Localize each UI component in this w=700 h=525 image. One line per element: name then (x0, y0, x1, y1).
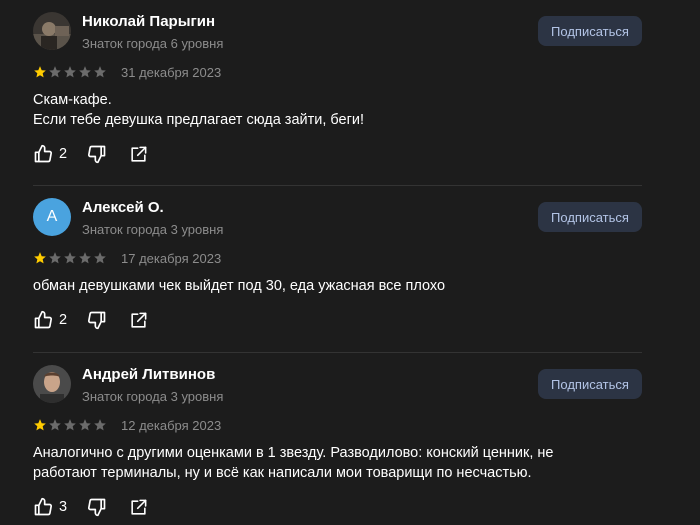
review-date: 17 декабря 2023 (121, 251, 222, 266)
star-icon (34, 419, 46, 431)
author-name[interactable]: Андрей Литвинов (82, 366, 215, 383)
like-button[interactable]: 2 (33, 144, 67, 164)
author-level: Знаток города 6 уровня (82, 36, 224, 51)
author-name[interactable]: Николай Парыгин (82, 13, 215, 30)
review-text: Аналогично с другими оценками в 1 звезду… (33, 443, 598, 483)
star-icon (34, 66, 46, 78)
rating-stars (33, 251, 107, 265)
star-icon (49, 252, 61, 264)
review-text-line: обман девушками чек выйдет под 30, еда у… (33, 278, 446, 294)
like-button[interactable]: 2 (33, 310, 67, 330)
review-actions: 2 (33, 144, 148, 164)
share-button[interactable] (129, 311, 148, 330)
avatar[interactable] (33, 12, 71, 50)
thumbs-down-icon (88, 498, 106, 517)
divider (33, 352, 642, 353)
thumbs-down-icon (88, 311, 106, 330)
review-text-line: Скам-кафе. (33, 92, 112, 108)
subscribe-button[interactable]: Подписаться (538, 202, 642, 232)
author-level: Знаток города 3 уровня (82, 222, 224, 237)
review-date: 12 декабря 2023 (121, 418, 222, 433)
thumbs-up-icon (34, 144, 53, 163)
star-icon (94, 252, 106, 264)
star-icon (49, 419, 61, 431)
dislike-button[interactable] (87, 497, 107, 517)
star-icon (79, 419, 91, 431)
star-icon (94, 66, 106, 78)
like-count: 2 (59, 146, 68, 162)
dislike-button[interactable] (87, 310, 107, 330)
subscribe-button[interactable]: Подписаться (538, 369, 642, 399)
share-icon (131, 312, 147, 328)
star-icon (64, 252, 76, 264)
like-count: 3 (59, 499, 68, 515)
star-icon (79, 66, 91, 78)
author-level: Знаток города 3 уровня (82, 389, 224, 404)
star-icon (64, 419, 76, 431)
thumbs-up-icon (34, 497, 53, 516)
dislike-button[interactable] (87, 144, 107, 164)
like-button[interactable]: 3 (33, 497, 67, 517)
subscribe-button[interactable]: Подписаться (538, 16, 642, 46)
share-icon (131, 499, 147, 515)
share-button[interactable] (129, 498, 148, 517)
review-actions: 3 (33, 497, 148, 517)
star-icon (79, 252, 91, 264)
avatar-letter: А (46, 208, 58, 225)
divider (33, 185, 642, 186)
review-text: Скам-кафе. Если тебе девушка предлагает … (33, 90, 603, 130)
author-name[interactable]: Алексей О. (82, 199, 164, 216)
avatar[interactable] (33, 365, 71, 403)
review-date: 31 декабря 2023 (121, 65, 222, 80)
thumbs-up-icon (34, 310, 53, 329)
share-button[interactable] (129, 145, 148, 164)
star-icon (94, 419, 106, 431)
review-text: обман девушками чек выйдет под 30, еда у… (33, 276, 603, 296)
thumbs-down-icon (88, 145, 106, 164)
share-icon (131, 146, 147, 162)
rating-stars (33, 418, 107, 432)
star-icon (49, 66, 61, 78)
review-actions: 2 (33, 310, 148, 330)
review-text-line: Если тебе девушка предлагает сюда зайти,… (33, 112, 365, 128)
star-icon (64, 66, 76, 78)
review-text-line: Аналогично с другими оценками в 1 звезду… (33, 445, 554, 481)
like-count: 2 (59, 312, 68, 328)
rating-stars (33, 65, 107, 79)
avatar[interactable]: А (33, 198, 71, 236)
star-icon (34, 252, 46, 264)
